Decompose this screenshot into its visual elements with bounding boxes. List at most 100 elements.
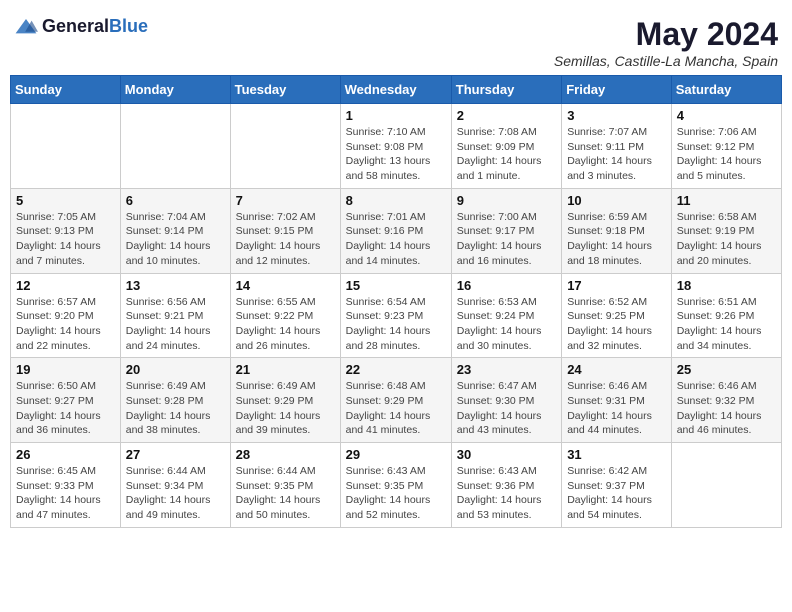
calendar-cell: 12 Sunrise: 6:57 AM Sunset: 9:20 PM Dayli… — [11, 273, 121, 358]
calendar-cell: 2Sunrise: 7:08 AM Sunset: 9:09 PM Daylig… — [451, 104, 561, 189]
weekday-header-tuesday: Tuesday — [230, 76, 340, 104]
calendar-cell — [11, 104, 121, 189]
day-info: Sunrise: 6:46 AM Sunset: 9:32 PM Dayligh… — [677, 379, 776, 438]
day-number: 20 — [126, 362, 225, 377]
calendar-cell: 18 Sunrise: 6:51 AM Sunset: 9:26 PM Dayli… — [671, 273, 781, 358]
day-number: 22 — [346, 362, 446, 377]
day-info: Sunrise: 6:48 AM Sunset: 9:29 PM Dayligh… — [346, 379, 446, 438]
calendar-cell: 6 Sunrise: 7:04 AM Sunset: 9:14 PM Daylig… — [120, 188, 230, 273]
day-info: Sunrise: 7:04 AM Sunset: 9:14 PM Dayligh… — [126, 210, 225, 269]
day-info: Sunrise: 7:00 AM Sunset: 9:17 PM Dayligh… — [457, 210, 556, 269]
day-info: Sunrise: 6:45 AM Sunset: 9:33 PM Dayligh… — [16, 464, 115, 523]
day-info: Sunrise: 6:47 AM Sunset: 9:30 PM Dayligh… — [457, 379, 556, 438]
day-info: Sunrise: 6:56 AM Sunset: 9:21 PM Dayligh… — [126, 295, 225, 354]
calendar-cell: 9 Sunrise: 7:00 AM Sunset: 9:17 PM Daylig… — [451, 188, 561, 273]
calendar-cell: 4 Sunrise: 7:06 AM Sunset: 9:12 PM Daylig… — [671, 104, 781, 189]
day-number: 12 — [16, 278, 115, 293]
day-info: Sunrise: 6:58 AM Sunset: 9:19 PM Dayligh… — [677, 210, 776, 269]
day-number: 8 — [346, 193, 446, 208]
day-number: 26 — [16, 447, 115, 462]
day-number: 31 — [567, 447, 666, 462]
day-info: Sunrise: 6:44 AM Sunset: 9:34 PM Dayligh… — [126, 464, 225, 523]
calendar-cell: 30 Sunrise: 6:43 AM Sunset: 9:36 PM Dayli… — [451, 443, 561, 528]
day-number: 21 — [236, 362, 335, 377]
calendar-cell — [230, 104, 340, 189]
day-number: 7 — [236, 193, 335, 208]
day-info: Sunrise: 6:53 AM Sunset: 9:24 PM Dayligh… — [457, 295, 556, 354]
day-number: 4 — [677, 108, 776, 123]
day-info: Sunrise: 6:49 AM Sunset: 9:28 PM Dayligh… — [126, 379, 225, 438]
day-info: Sunrise: 6:43 AM Sunset: 9:36 PM Dayligh… — [457, 464, 556, 523]
weekday-header-thursday: Thursday — [451, 76, 561, 104]
day-info: Sunrise: 6:49 AM Sunset: 9:29 PM Dayligh… — [236, 379, 335, 438]
day-number: 5 — [16, 193, 115, 208]
calendar-cell: 20 Sunrise: 6:49 AM Sunset: 9:28 PM Dayli… — [120, 358, 230, 443]
day-info: Sunrise: 6:50 AM Sunset: 9:27 PM Dayligh… — [16, 379, 115, 438]
weekday-header-sunday: Sunday — [11, 76, 121, 104]
calendar-cell: 29 Sunrise: 6:43 AM Sunset: 9:35 PM Dayli… — [340, 443, 451, 528]
calendar-cell — [120, 104, 230, 189]
calendar-week-row: 19 Sunrise: 6:50 AM Sunset: 9:27 PM Dayli… — [11, 358, 782, 443]
logo: GeneralBlue — [14, 16, 148, 37]
day-number: 19 — [16, 362, 115, 377]
day-number: 17 — [567, 278, 666, 293]
day-number: 2 — [457, 108, 556, 123]
day-info: Sunrise: 6:54 AM Sunset: 9:23 PM Dayligh… — [346, 295, 446, 354]
day-info: Sunrise: 7:01 AM Sunset: 9:16 PM Dayligh… — [346, 210, 446, 269]
weekday-header-saturday: Saturday — [671, 76, 781, 104]
day-number: 15 — [346, 278, 446, 293]
weekday-header-friday: Friday — [562, 76, 672, 104]
day-info: Sunrise: 6:51 AM Sunset: 9:26 PM Dayligh… — [677, 295, 776, 354]
day-number: 30 — [457, 447, 556, 462]
day-number: 24 — [567, 362, 666, 377]
calendar-cell: 13 Sunrise: 6:56 AM Sunset: 9:21 PM Dayli… — [120, 273, 230, 358]
day-info: Sunrise: 7:02 AM Sunset: 9:15 PM Dayligh… — [236, 210, 335, 269]
logo-icon — [14, 17, 38, 37]
calendar-cell: 15 Sunrise: 6:54 AM Sunset: 9:23 PM Dayli… — [340, 273, 451, 358]
day-info: Sunrise: 6:43 AM Sunset: 9:35 PM Dayligh… — [346, 464, 446, 523]
day-number: 29 — [346, 447, 446, 462]
calendar-cell: 24 Sunrise: 6:46 AM Sunset: 9:31 PM Dayli… — [562, 358, 672, 443]
calendar-cell: 14Sunrise: 6:55 AM Sunset: 9:22 PM Dayli… — [230, 273, 340, 358]
calendar-cell: 28 Sunrise: 6:44 AM Sunset: 9:35 PM Dayli… — [230, 443, 340, 528]
calendar-cell: 22 Sunrise: 6:48 AM Sunset: 9:29 PM Dayli… — [340, 358, 451, 443]
day-info: Sunrise: 7:06 AM Sunset: 9:12 PM Dayligh… — [677, 125, 776, 184]
day-number: 6 — [126, 193, 225, 208]
logo-text-blue: Blue — [109, 16, 148, 36]
day-number: 25 — [677, 362, 776, 377]
title-area: May 2024 Semillas, Castille-La Mancha, S… — [554, 16, 778, 69]
day-info: Sunrise: 6:57 AM Sunset: 9:20 PM Dayligh… — [16, 295, 115, 354]
calendar-cell: 1 Sunrise: 7:10 AM Sunset: 9:08 PM Daylig… — [340, 104, 451, 189]
day-info: Sunrise: 7:10 AM Sunset: 9:08 PM Dayligh… — [346, 125, 446, 184]
calendar-cell: 16Sunrise: 6:53 AM Sunset: 9:24 PM Dayli… — [451, 273, 561, 358]
calendar-cell: 19 Sunrise: 6:50 AM Sunset: 9:27 PM Dayli… — [11, 358, 121, 443]
day-info: Sunrise: 6:42 AM Sunset: 9:37 PM Dayligh… — [567, 464, 666, 523]
calendar-cell: 8 Sunrise: 7:01 AM Sunset: 9:16 PM Daylig… — [340, 188, 451, 273]
calendar-cell: 27 Sunrise: 6:44 AM Sunset: 9:34 PM Dayli… — [120, 443, 230, 528]
day-number: 18 — [677, 278, 776, 293]
day-info: Sunrise: 6:44 AM Sunset: 9:35 PM Dayligh… — [236, 464, 335, 523]
day-number: 10 — [567, 193, 666, 208]
calendar-cell: 11 Sunrise: 6:58 AM Sunset: 9:19 PM Dayli… — [671, 188, 781, 273]
logo-text-general: General — [42, 16, 109, 36]
weekday-header-monday: Monday — [120, 76, 230, 104]
day-number: 28 — [236, 447, 335, 462]
calendar-cell — [671, 443, 781, 528]
day-info: Sunrise: 6:52 AM Sunset: 9:25 PM Dayligh… — [567, 295, 666, 354]
calendar-cell: 7 Sunrise: 7:02 AM Sunset: 9:15 PM Daylig… — [230, 188, 340, 273]
day-number: 1 — [346, 108, 446, 123]
calendar-cell: 17 Sunrise: 6:52 AM Sunset: 9:25 PM Dayli… — [562, 273, 672, 358]
day-number: 27 — [126, 447, 225, 462]
calendar-cell: 31 Sunrise: 6:42 AM Sunset: 9:37 PM Dayli… — [562, 443, 672, 528]
day-info: Sunrise: 6:46 AM Sunset: 9:31 PM Dayligh… — [567, 379, 666, 438]
calendar-week-row: 5Sunrise: 7:05 AM Sunset: 9:13 PM Daylig… — [11, 188, 782, 273]
weekday-header-row: SundayMondayTuesdayWednesdayThursdayFrid… — [11, 76, 782, 104]
calendar-cell: 21 Sunrise: 6:49 AM Sunset: 9:29 PM Dayli… — [230, 358, 340, 443]
calendar-cell: 25 Sunrise: 6:46 AM Sunset: 9:32 PM Dayli… — [671, 358, 781, 443]
page-header: GeneralBlue May 2024 Semillas, Castille-… — [10, 10, 782, 69]
day-number: 13 — [126, 278, 225, 293]
calendar-week-row: 26 Sunrise: 6:45 AM Sunset: 9:33 PM Dayli… — [11, 443, 782, 528]
month-title: May 2024 — [554, 16, 778, 53]
day-number: 9 — [457, 193, 556, 208]
day-number: 11 — [677, 193, 776, 208]
